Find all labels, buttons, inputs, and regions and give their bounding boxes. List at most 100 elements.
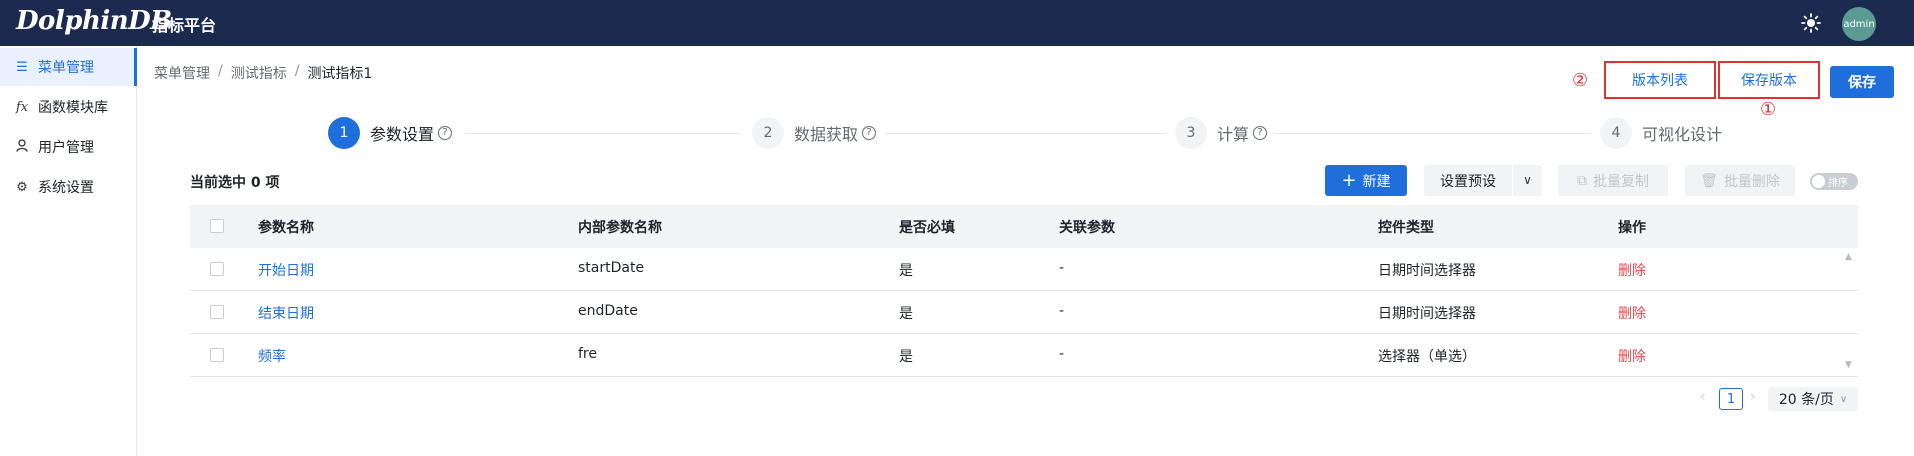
- version-list-button[interactable]: 版本列表: [1604, 61, 1716, 99]
- plus-icon: +: [1341, 169, 1357, 191]
- table-header: 参数名称 内部参数名称 是否必填 关联参数 控件类型 操作: [190, 205, 1858, 248]
- column-header: 内部参数名称: [578, 220, 662, 236]
- gear-icon: ⚙: [16, 179, 28, 195]
- sort-toggle-label: 排序: [1828, 178, 1848, 189]
- column-header: 关联参数: [1059, 220, 1115, 236]
- table-scrollbar[interactable]: ▲ ▼: [1842, 248, 1858, 376]
- breadcrumb: 菜单管理 / 测试指标 / 测试指标1: [154, 63, 372, 83]
- step-connector: [465, 133, 740, 134]
- sort-toggle[interactable]: 排序: [1810, 173, 1858, 190]
- chevron-down-icon: ∨: [1839, 393, 1848, 405]
- parameter-name-link[interactable]: 频率: [258, 346, 286, 366]
- step-calculation[interactable]: 3 计算 ?: [1175, 117, 1268, 149]
- parameter-table: 参数名称 内部参数名称 是否必填 关联参数 控件类型 操作 开始日期 start…: [190, 205, 1858, 377]
- step-visual-design[interactable]: 4 可视化设计: [1600, 117, 1722, 149]
- column-header: 是否必填: [899, 220, 955, 236]
- step-label: 数据获取: [794, 125, 859, 144]
- function-icon: fx: [15, 99, 29, 115]
- sidebar-item-system-settings[interactable]: ⚙ 系统设置: [0, 168, 137, 206]
- control-type: 选择器（单选）: [1378, 349, 1476, 365]
- app-title: 指标平台: [152, 16, 217, 35]
- breadcrumb-item[interactable]: 测试指标: [231, 63, 287, 83]
- step-connector: [1275, 133, 1590, 134]
- table-row: 结束日期 endDate 是 - 日期时间选择器 删除: [190, 291, 1858, 334]
- required-value: 是: [899, 263, 913, 279]
- step-label: 可视化设计: [1642, 125, 1723, 144]
- column-header: 控件类型: [1378, 220, 1434, 236]
- step-label: 参数设置: [370, 125, 435, 144]
- row-checkbox[interactable]: [210, 305, 224, 319]
- annotation-marker-2: ②: [1572, 70, 1589, 91]
- step-connector: [885, 133, 1165, 134]
- page-size-label: 20 条/页: [1778, 392, 1834, 408]
- save-version-button[interactable]: 保存版本: [1718, 61, 1820, 99]
- sidebar-item-menu-management[interactable]: ☰ 菜单管理: [0, 48, 137, 86]
- sidebar-item-user-management[interactable]: 用户管理: [0, 128, 137, 166]
- page-prev-icon[interactable]: ‹: [1700, 389, 1706, 405]
- delete-link[interactable]: 删除: [1618, 346, 1646, 366]
- help-icon[interactable]: ?: [438, 126, 453, 140]
- selected-count: 当前选中 0 项: [190, 175, 280, 191]
- batch-delete-button[interactable]: 🗑 批量删除: [1685, 165, 1795, 196]
- top-bar: DolphinDB 指标平台 admin: [0, 0, 1914, 46]
- breadcrumb-item[interactable]: 菜单管理: [154, 63, 210, 83]
- breadcrumb-current: 测试指标1: [307, 66, 373, 82]
- batch-delete-label: 批量删除: [1723, 173, 1780, 190]
- sidebar-item-label: 函数模块库: [38, 100, 108, 116]
- linked-parameter: -: [1059, 260, 1065, 276]
- step-number: 2: [752, 117, 784, 149]
- new-button[interactable]: + 新建: [1325, 165, 1407, 196]
- avatar[interactable]: admin: [1842, 7, 1876, 41]
- breadcrumb-separator: /: [218, 63, 223, 79]
- sun-icon[interactable]: [1800, 12, 1822, 34]
- row-checkbox[interactable]: [210, 262, 224, 276]
- batch-copy-button[interactable]: ⧉ 批量复制: [1558, 165, 1668, 196]
- step-number: 3: [1175, 117, 1207, 149]
- select-all-checkbox[interactable]: [210, 219, 224, 233]
- sidebar: ☰ 菜单管理 fx 函数模块库 用户管理 ⚙ 系统设置: [0, 46, 137, 456]
- delete-link[interactable]: 删除: [1618, 303, 1646, 323]
- dolphindb-logo[interactable]: DolphinDB: [16, 6, 172, 36]
- step-number: 1: [328, 117, 360, 149]
- internal-name: fre: [578, 346, 597, 362]
- table-row: 开始日期 startDate 是 - 日期时间选择器 删除: [190, 248, 1858, 291]
- internal-name: endDate: [578, 303, 638, 319]
- step-number: 4: [1600, 117, 1632, 149]
- user-icon: [14, 138, 30, 156]
- column-header: 参数名称: [258, 220, 314, 236]
- scroll-up-icon[interactable]: ▲: [1845, 252, 1852, 262]
- batch-copy-label: 批量复制: [1593, 173, 1649, 190]
- linked-parameter: -: [1059, 346, 1065, 362]
- trash-icon: 🗑: [1700, 172, 1718, 189]
- internal-name: startDate: [578, 260, 645, 276]
- preset-dropdown[interactable]: 设置预设 ∨: [1424, 165, 1542, 196]
- menu-icon: ☰: [16, 59, 28, 75]
- help-icon[interactable]: ?: [862, 126, 877, 140]
- required-value: 是: [899, 349, 913, 365]
- control-type: 日期时间选择器: [1378, 306, 1476, 322]
- sidebar-item-label: 系统设置: [38, 180, 94, 196]
- step-label: 计算: [1217, 125, 1250, 144]
- page-size-select[interactable]: 20 条/页 ∨: [1768, 387, 1858, 411]
- page-next-icon[interactable]: ›: [1750, 389, 1756, 405]
- sidebar-item-function-library[interactable]: fx 函数模块库: [0, 88, 137, 126]
- new-button-label: 新建: [1362, 173, 1391, 190]
- control-type: 日期时间选择器: [1378, 263, 1476, 279]
- toggle-knob: [1812, 175, 1825, 188]
- page-current[interactable]: 1: [1719, 388, 1743, 410]
- preset-button-label[interactable]: 设置预设: [1424, 171, 1512, 191]
- parameter-name-link[interactable]: 开始日期: [258, 260, 314, 280]
- column-header: 操作: [1618, 220, 1646, 236]
- required-value: 是: [899, 306, 913, 322]
- parameter-name-link[interactable]: 结束日期: [258, 303, 314, 323]
- step-parameter-settings[interactable]: 1 参数设置 ?: [328, 117, 453, 149]
- delete-link[interactable]: 删除: [1618, 260, 1646, 280]
- chevron-down-icon[interactable]: ∨: [1512, 165, 1542, 196]
- save-button[interactable]: 保存: [1830, 66, 1894, 98]
- scroll-down-icon[interactable]: ▼: [1845, 360, 1852, 370]
- row-checkbox[interactable]: [210, 348, 224, 362]
- step-data-fetch[interactable]: 2 数据获取 ?: [752, 117, 877, 149]
- sidebar-item-label: 菜单管理: [38, 60, 94, 76]
- help-icon[interactable]: ?: [1253, 126, 1268, 140]
- copy-icon: ⧉: [1577, 172, 1587, 189]
